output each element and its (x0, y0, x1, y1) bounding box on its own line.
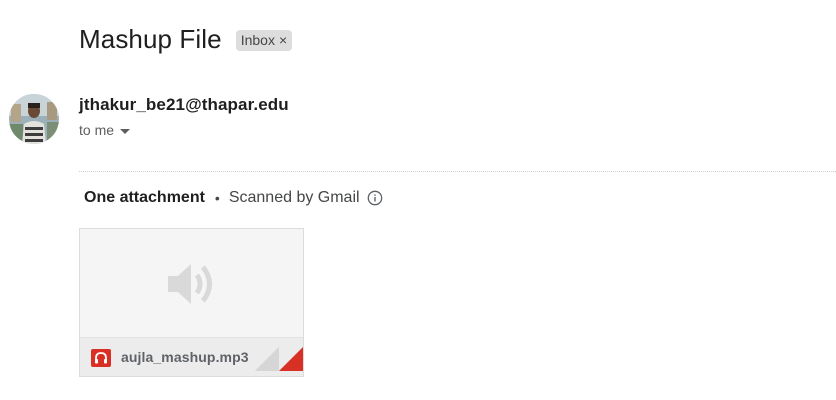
avatar-photo (9, 94, 59, 144)
email-view: Mashup File Inbox × jthakur_be21@thapar.… (0, 0, 836, 400)
remove-label-icon[interactable]: × (279, 30, 287, 51)
attachment-card[interactable]: aujla_mashup.mp3 (79, 228, 304, 377)
sender-address[interactable]: jthakur_be21@thapar.edu (79, 95, 289, 115)
attachments-header: One attachment • Scanned by Gmail (84, 189, 383, 207)
divider (79, 171, 836, 172)
attachment-preview[interactable] (80, 229, 303, 337)
file-type-corner-icon (255, 347, 303, 376)
sender-avatar[interactable] (9, 94, 59, 144)
audio-file-icon (91, 349, 111, 372)
info-icon[interactable] (367, 190, 383, 206)
email-subject-row: Mashup File Inbox × (79, 24, 293, 55)
recipient-text: to me (79, 122, 115, 138)
label-chip-text: Inbox (240, 32, 275, 48)
inbox-label-chip[interactable]: Inbox × (235, 30, 293, 51)
show-details-caret-icon[interactable] (120, 128, 131, 134)
email-subject: Mashup File (79, 24, 222, 54)
recipient-row[interactable]: to me (79, 122, 131, 138)
speaker-icon (166, 259, 218, 314)
attachment-filename: aujla_mashup.mp3 (121, 349, 249, 365)
scanned-by-gmail-text: Scanned by Gmail (228, 189, 360, 206)
attachment-count: One attachment (84, 189, 205, 206)
separator-dot: • (214, 190, 220, 206)
